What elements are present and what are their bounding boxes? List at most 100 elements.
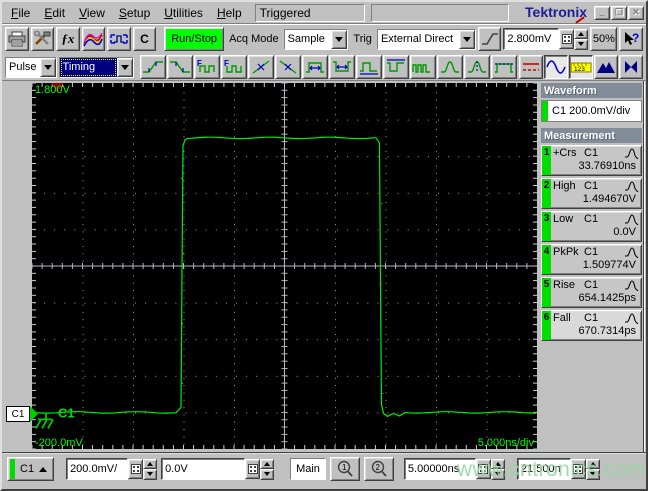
menu-setup[interactable]: Setup (112, 4, 157, 22)
chevron-down-icon[interactable] (331, 29, 348, 49)
measurement-row-low[interactable]: 3 Low C1 0.0V (541, 211, 642, 242)
display-buttons-group: 123 (519, 55, 643, 79)
readout-button[interactable]: 123 (569, 55, 593, 79)
keypad-icon[interactable] (128, 459, 144, 479)
meas-burst-button[interactable] (410, 55, 436, 79)
minimize-button[interactable]: _ (594, 5, 610, 20)
trig-level-value[interactable]: 2.800mV (503, 28, 560, 50)
pos-width-icon (306, 62, 324, 73)
spin-down-icon[interactable] (260, 469, 275, 480)
timebase-spinner: 5.00000ns (403, 458, 505, 480)
zoom2-button[interactable]: 2 (363, 457, 394, 481)
top-voltage-label: 1.800V (35, 84, 70, 96)
trig-slope-button[interactable] (477, 27, 502, 51)
magnifier-1-icon: 1 (335, 460, 355, 478)
measurement-row-pkpk[interactable]: 4 PkPk C1 1.509774V (541, 244, 642, 275)
meas-rise-cross-button[interactable] (248, 55, 274, 79)
svg-text:1: 1 (342, 463, 347, 472)
utilities-tools-button[interactable] (30, 27, 55, 51)
chevron-down-icon[interactable] (458, 29, 475, 49)
measurement-index: 2 (542, 179, 551, 208)
waveform-entry[interactable]: C1 200.0mV/div (541, 100, 642, 122)
readout-icon: 123 (570, 62, 592, 73)
measurement-row-fall[interactable]: 6 Fall C1 670.7314ps (541, 310, 642, 341)
restore-button[interactable]: ❐ (611, 5, 627, 20)
pulse-icon (624, 213, 639, 225)
keypad-icon[interactable] (570, 459, 586, 479)
measurement-index: 4 (542, 245, 551, 274)
neg-duty-icon (387, 59, 405, 72)
channel-color-stripe (10, 459, 15, 479)
delay-value[interactable]: 21.500n (516, 458, 571, 480)
run-stop-button[interactable]: Run/Stop (164, 27, 225, 51)
channel-arrow-icon (30, 406, 38, 422)
meas-peak-button[interactable] (437, 55, 463, 79)
spin-down-icon[interactable] (143, 469, 158, 480)
menu-view[interactable]: View (72, 4, 112, 22)
histogram-button[interactable] (594, 55, 618, 79)
keypad-icon[interactable] (245, 459, 261, 479)
acq-mode-select[interactable]: Sample (283, 28, 349, 50)
vertical-offset-value[interactable]: 0.0V (161, 458, 246, 480)
spin-down-icon[interactable] (574, 39, 589, 50)
measure-subcategory-select[interactable]: Timing (58, 56, 134, 78)
close-button[interactable]: ✕ (628, 5, 644, 20)
menu-edit[interactable]: Edit (37, 4, 72, 22)
meas-fall-time-button[interactable] (167, 55, 193, 79)
keypad-icon[interactable] (475, 459, 491, 479)
keypad-icon[interactable] (559, 29, 575, 49)
spin-down-icon[interactable] (490, 469, 505, 480)
spin-up-icon[interactable] (260, 458, 275, 469)
menu-help[interactable]: Help (210, 4, 249, 22)
measurement-row-crs[interactable]: 1 +Crs C1 33.76910ns (541, 145, 642, 176)
zoom1-button[interactable]: 1 (329, 457, 360, 481)
vertical-scale-value[interactable]: 200.0mV/ (66, 458, 129, 480)
meas-flattop-button[interactable] (491, 55, 517, 79)
menu-utilities[interactable]: Utilities (157, 4, 210, 22)
trig-label: Trig (353, 33, 372, 45)
meas-fall-cross-button[interactable] (275, 55, 301, 79)
spin-up-icon[interactable] (585, 458, 600, 469)
chevron-down-icon[interactable] (117, 57, 133, 77)
print-button[interactable] (5, 27, 29, 51)
trigger-status: Triggered (254, 3, 365, 22)
measurement-toolbar: Pulse Timing FF 123 (2, 54, 646, 81)
timebase-value[interactable]: 5.00000ns (403, 458, 476, 480)
meas-pos-width-button[interactable] (302, 55, 328, 79)
measurement-row-rise[interactable]: 5 Rise C1 654.1425ps (541, 277, 642, 308)
meas-pos-duty-button[interactable] (356, 55, 382, 79)
spin-up-icon[interactable] (143, 458, 158, 469)
trig-source-select[interactable]: External Direct (376, 28, 476, 50)
spin-up-icon[interactable] (490, 458, 505, 469)
pulse-icon (624, 312, 639, 324)
waveform-colors-button[interactable] (81, 27, 106, 51)
mask-button[interactable] (619, 55, 643, 79)
channel-marker[interactable]: C1 (6, 406, 38, 422)
meas-neg-width-button[interactable] (329, 55, 355, 79)
measurement-row-high[interactable]: 2 High C1 1.494670V (541, 178, 642, 209)
menu-file[interactable]: File (4, 4, 37, 22)
chevron-down-icon[interactable] (39, 57, 56, 77)
spin-up-icon[interactable] (574, 28, 589, 39)
waveform-display-button[interactable] (544, 55, 568, 79)
meas-amplitude-button[interactable] (464, 55, 490, 79)
measure-category-select[interactable]: Pulse (5, 56, 57, 78)
context-help-button[interactable]: ? (619, 27, 644, 51)
measurement-buttons-group: FF (140, 55, 517, 79)
set-50pct-button[interactable]: 50% (590, 27, 618, 51)
display-area: C1 1.800V -200.0mV 5.000ns/div C1 Wavefo… (2, 81, 646, 452)
histogram-icon (597, 62, 615, 73)
graticule: C1 1.800V -200.0mV 5.000ns/div (32, 83, 537, 449)
meas-pos-frequency-button[interactable]: F (194, 55, 220, 79)
fall-time-icon (170, 61, 190, 73)
main-toolbar: ƒx C Run/Stop Acq Mode Sample Trig Exter… (2, 24, 646, 54)
zoom-waveform-button[interactable] (107, 27, 131, 51)
cursors-button[interactable] (519, 55, 543, 79)
meas-neg-duty-button[interactable] (383, 55, 409, 79)
spin-down-icon[interactable] (585, 469, 600, 480)
meas-neg-frequency-button[interactable]: F (221, 55, 247, 79)
meas-rise-time-button[interactable] (140, 55, 166, 79)
clear-button[interactable]: C (132, 27, 157, 51)
channel-select-button[interactable]: C1 (7, 457, 55, 481)
math-button[interactable]: ƒx (56, 27, 80, 51)
